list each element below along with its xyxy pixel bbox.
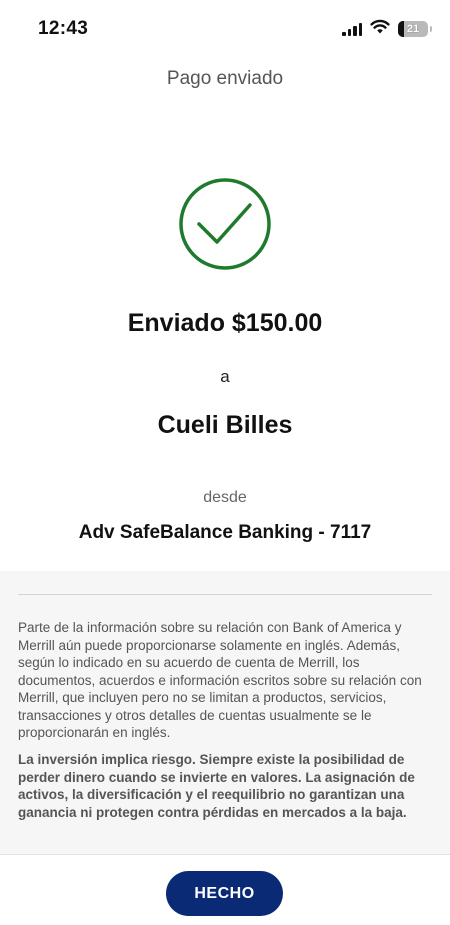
divider bbox=[18, 594, 432, 595]
to-label: a bbox=[220, 367, 230, 386]
battery-icon: 21 bbox=[398, 21, 432, 37]
from-label: desde bbox=[203, 489, 247, 506]
cellular-signal-icon bbox=[342, 22, 362, 36]
source-account: Adv SafeBalance Banking - 7117 bbox=[78, 522, 372, 543]
disclosure-section: Parte de la información sobre su relació… bbox=[0, 571, 450, 854]
status-time: 12:43 bbox=[38, 18, 89, 39]
wifi-icon bbox=[370, 19, 390, 39]
language-disclosure: Parte de la información sobre su relació… bbox=[18, 620, 422, 740]
status-bar: 12:43 21 bbox=[0, 0, 450, 54]
check-circle-icon bbox=[179, 178, 271, 270]
investment-risk-disclosure: La inversión implica riesgo. Siempre exi… bbox=[18, 752, 415, 820]
status-icons: 21 bbox=[342, 19, 432, 39]
battery-level: 21 bbox=[406, 23, 420, 35]
done-button[interactable]: HECHO bbox=[166, 871, 283, 916]
footer: HECHO bbox=[0, 854, 450, 925]
recipient-name: Cueli Billes bbox=[157, 411, 293, 439]
sent-amount: Enviado $150.00 bbox=[127, 309, 323, 337]
page-title: Pago enviado bbox=[166, 68, 284, 89]
